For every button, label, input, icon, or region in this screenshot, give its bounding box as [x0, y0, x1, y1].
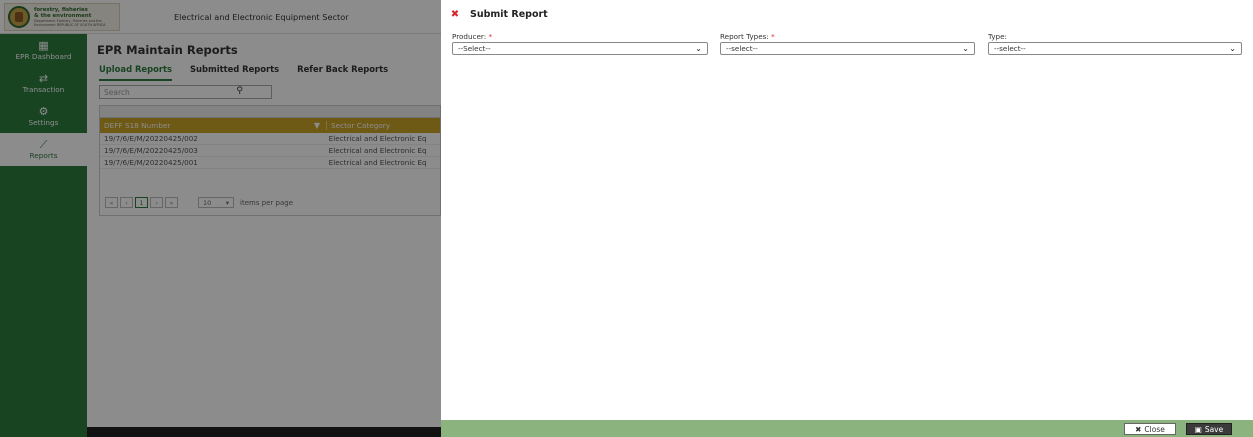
modal-overlay[interactable] — [0, 0, 441, 437]
producer-label: Producer: * — [452, 32, 708, 41]
save-icon: ▣ — [1194, 424, 1202, 434]
required-marker: * — [488, 32, 493, 41]
close-button[interactable]: ✖ Close — [1124, 423, 1176, 435]
modal-footer: ✖ Close ▣ Save — [441, 420, 1253, 437]
close-icon[interactable]: ✖ — [445, 9, 465, 20]
required-marker: * — [771, 32, 775, 41]
type-field: Type: --select-- ⌄ — [988, 32, 1242, 55]
report-types-label-text: Report Types: — [720, 32, 769, 41]
type-select-value: --select-- — [994, 44, 1026, 53]
submit-report-modal: ✖ Submit Report Producer: * --Select-- ⌄… — [441, 0, 1253, 437]
close-button-label: Close — [1144, 424, 1165, 434]
close-icon: ✖ — [1135, 424, 1142, 434]
report-types-select[interactable]: --select-- ⌄ — [720, 42, 975, 55]
producer-label-text: Producer: — [452, 32, 487, 41]
producer-select[interactable]: --Select-- ⌄ — [452, 42, 708, 55]
producer-field: Producer: * --Select-- ⌄ — [452, 32, 708, 55]
report-types-select-value: --select-- — [726, 44, 758, 53]
chevron-down-icon: ⌄ — [695, 44, 702, 53]
type-label: Type: — [988, 32, 1242, 41]
background-app: forestry, fisheries & the environment De… — [0, 0, 441, 437]
save-button-label: Save — [1204, 424, 1224, 434]
modal-title: Submit Report — [470, 9, 548, 20]
chevron-down-icon: ⌄ — [962, 44, 969, 53]
type-select[interactable]: --select-- ⌄ — [988, 42, 1242, 55]
modal-titlebar: ✖ Submit Report — [441, 6, 1253, 23]
producer-select-value: --Select-- — [458, 44, 491, 53]
chevron-down-icon: ⌄ — [1229, 44, 1236, 53]
type-label-text: Type: — [988, 32, 1007, 41]
report-types-label: Report Types: * — [720, 32, 975, 41]
report-types-field: Report Types: * --select-- ⌄ — [720, 32, 975, 55]
save-button[interactable]: ▣ Save — [1186, 423, 1232, 435]
